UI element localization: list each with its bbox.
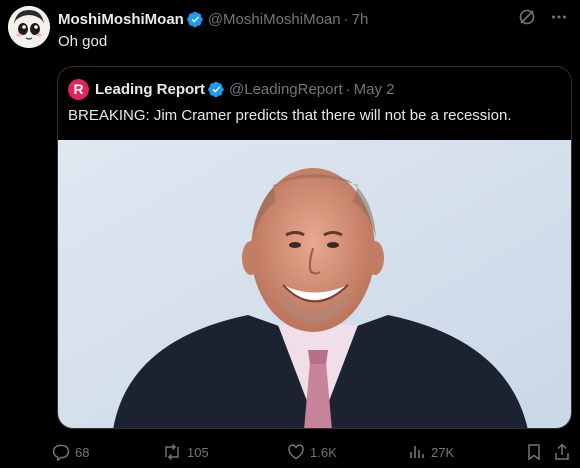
verified-badge-icon xyxy=(208,81,225,98)
view-count: 27K xyxy=(431,444,455,460)
author-name[interactable]: MoshiMoshiMoan xyxy=(58,11,184,28)
views-icon xyxy=(410,446,424,458)
like-icon xyxy=(288,444,304,460)
tweet-time[interactable]: 7h xyxy=(352,11,369,28)
quoted-photo[interactable] xyxy=(58,140,571,428)
repost-icon xyxy=(165,443,179,461)
quoted-separator: · xyxy=(345,80,351,98)
tweet[interactable]: MoshiMoshiMoan @MoshiMoshiMoan · 7h Oh g… xyxy=(0,0,580,468)
header-separator: · xyxy=(343,10,349,28)
tweet-header: MoshiMoshiMoan @MoshiMoshiMoan · 7h xyxy=(58,9,368,29)
share-icon xyxy=(555,443,569,460)
like-button[interactable]: 1.6K xyxy=(287,438,337,466)
quoted-header: R Leading Report @LeadingReport · May 2 xyxy=(68,78,395,100)
bookmark-button[interactable] xyxy=(526,438,547,466)
quoted-tweet[interactable]: R Leading Report @LeadingReport · May 2 … xyxy=(57,66,572,429)
more-icon[interactable] xyxy=(550,8,568,26)
tweet-top-icons xyxy=(518,8,568,26)
leading-report-logo[interactable]: R xyxy=(68,78,89,100)
quoted-author-name[interactable]: Leading Report xyxy=(95,81,205,98)
share-button[interactable] xyxy=(554,438,575,466)
quoted-text: BREAKING: Jim Cramer predicts that there… xyxy=(68,107,512,124)
bookmark-icon xyxy=(528,444,540,461)
tweet-text: Oh god xyxy=(58,33,108,50)
action-bar: 68 105 1.6K 27K xyxy=(52,438,572,466)
verified-badge-icon xyxy=(186,11,204,28)
quoted-date[interactable]: May 2 xyxy=(354,81,395,98)
reply-icon xyxy=(52,444,70,461)
reply-count: 68 xyxy=(75,444,90,460)
author-handle[interactable]: @MoshiMoshiMoan xyxy=(208,11,341,28)
repost-button[interactable]: 105 xyxy=(162,438,209,466)
reply-button[interactable]: 68 xyxy=(52,438,89,466)
grok-icon[interactable] xyxy=(518,8,536,26)
views-button[interactable]: 27K xyxy=(408,438,454,466)
author-avatar[interactable] xyxy=(8,6,50,48)
like-count: 1.6K xyxy=(310,444,337,460)
quoted-author-handle[interactable]: @LeadingReport xyxy=(229,81,343,98)
repost-count: 105 xyxy=(187,444,209,460)
